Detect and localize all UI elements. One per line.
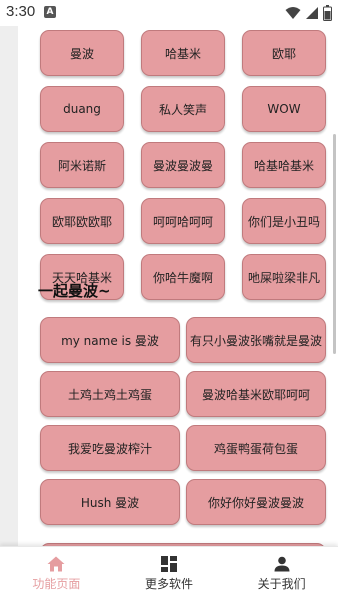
person-icon <box>274 556 290 571</box>
sound-button[interactable]: 你好你好曼波曼波 <box>186 479 326 525</box>
left-edge-strip <box>0 26 18 546</box>
sound-button[interactable]: 曼波曼波曼 <box>141 142 225 188</box>
nav-item-more-apps[interactable]: 更多软件 <box>113 547 226 600</box>
nav-label: 功能页面 <box>32 576 81 591</box>
sound-button[interactable]: 吔屎啦梁非凡 <box>242 254 326 300</box>
nav-item-features[interactable]: 功能页面 <box>0 547 113 600</box>
sound-button[interactable]: 你们是小丑吗 <box>242 198 326 244</box>
sound-button-grid-bottom: my name is 曼波 有只小曼波张嘴就是曼波 土鸡土鸡土鸡蛋 曼波哈基米欧… <box>40 317 326 525</box>
nav-item-about[interactable]: 关于我们 <box>225 547 338 600</box>
sound-button[interactable]: 私人笑声 <box>141 86 225 132</box>
signal-icon <box>306 7 318 19</box>
sound-button[interactable]: Hush 曼波 <box>40 479 180 525</box>
notification-a-icon: A <box>44 6 56 18</box>
sound-button[interactable]: 欧耶欧欧耶 <box>40 198 124 244</box>
grid-icon <box>161 555 177 572</box>
sound-button[interactable]: 有只小曼波张嘴就是曼波 <box>186 317 326 363</box>
scrollbar[interactable] <box>333 134 336 354</box>
section-title: 一起曼波~ <box>38 282 111 300</box>
sound-button[interactable]: 你哈牛魔啊 <box>141 254 225 300</box>
status-bar: 3:30 A <box>0 0 338 26</box>
status-icons <box>285 4 332 22</box>
sound-button[interactable]: 哈基米 <box>141 30 225 76</box>
sound-button[interactable]: my name is 曼波 <box>40 317 180 363</box>
sound-button[interactable]: 鸡蛋鸭蛋荷包蛋 <box>186 425 326 471</box>
sound-button-grid-top: 曼波 哈基米 欧耶 duang 私人笑声 WOW 阿米诺斯 曼波曼波曼 哈基哈基… <box>40 30 326 300</box>
sound-button[interactable]: 哈基哈基米 <box>242 142 326 188</box>
battery-icon <box>323 5 332 21</box>
bottom-nav: 功能页面 更多软件 关于我们 <box>0 546 338 600</box>
sound-button[interactable]: 欧耶 <box>242 30 326 76</box>
sound-button[interactable]: 土鸡土鸡土鸡蛋 <box>40 371 180 417</box>
sound-button[interactable]: 曼波哈基米欧耶呵呵 <box>186 371 326 417</box>
sound-button[interactable]: duang <box>40 86 124 132</box>
sound-button[interactable]: WOW <box>242 86 326 132</box>
nav-label: 关于我们 <box>257 576 306 591</box>
nav-label: 更多软件 <box>145 576 194 591</box>
wifi-icon <box>285 7 301 19</box>
home-icon <box>47 556 65 571</box>
main-content[interactable]: 曼波 哈基米 欧耶 duang 私人笑声 WOW 阿米诺斯 曼波曼波曼 哈基哈基… <box>18 26 338 546</box>
sound-button[interactable]: 曼波 <box>40 30 124 76</box>
sound-button[interactable]: 我爱吃曼波榨汁 <box>40 425 180 471</box>
sound-button[interactable]: 阿米诺斯 <box>40 142 124 188</box>
status-time: 3:30 <box>6 3 36 20</box>
sound-button[interactable]: 呵呵哈呵呵 <box>141 198 225 244</box>
